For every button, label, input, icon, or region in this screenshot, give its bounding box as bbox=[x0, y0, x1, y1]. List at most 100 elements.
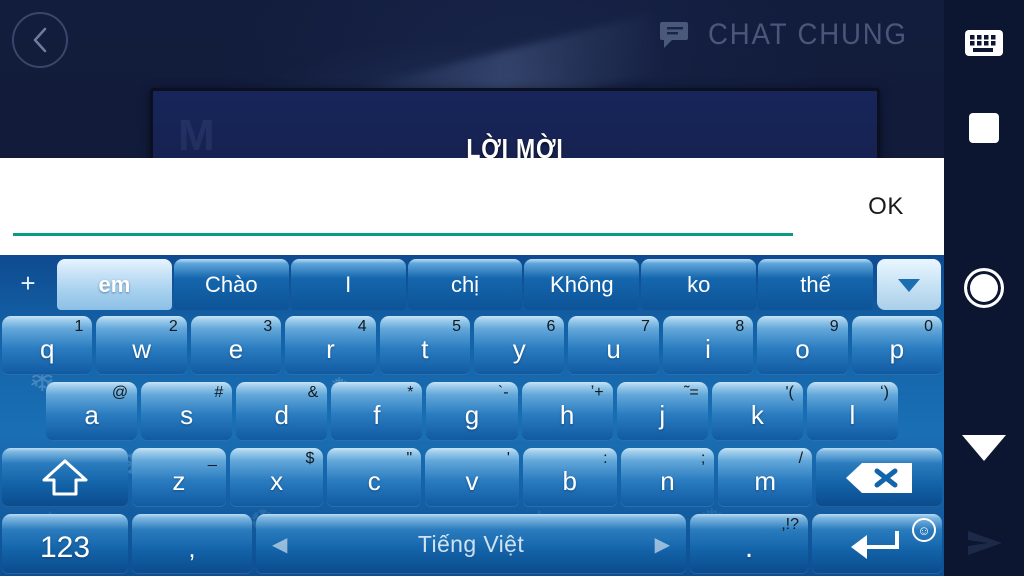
screen: CHAT CHUNG M LỜI MỜI OK ❄ ❅ ❆ ❄ ❅ ❆ ❄ ❅ … bbox=[0, 0, 1024, 576]
suggestion-chip[interactable]: I bbox=[290, 259, 406, 310]
key-label: d bbox=[274, 400, 289, 430]
chat-tab[interactable]: CHAT CHUNG bbox=[660, 18, 925, 52]
key-label: b bbox=[562, 466, 577, 496]
comma-key[interactable]: , bbox=[132, 514, 252, 574]
nav-keyboard-button[interactable] bbox=[944, 8, 1024, 78]
chat-bubble-icon bbox=[660, 20, 692, 50]
square-icon bbox=[969, 113, 999, 143]
ok-button[interactable]: OK bbox=[850, 186, 922, 228]
suggestion-chip[interactable]: Không bbox=[524, 259, 640, 310]
add-word-button[interactable]: + bbox=[0, 255, 56, 311]
key-label: m bbox=[754, 466, 776, 496]
key-label: o bbox=[795, 334, 810, 364]
text-input-dialog: OK bbox=[0, 158, 944, 255]
emoji-key[interactable]: ☺ bbox=[912, 518, 936, 542]
key-label: h bbox=[559, 400, 575, 430]
key-label: f bbox=[373, 400, 381, 430]
key-w[interactable]: w2 bbox=[96, 316, 187, 375]
key-alt-label: `- bbox=[497, 384, 509, 401]
enter-key[interactable]: ☺ bbox=[812, 514, 942, 574]
key-label: l bbox=[849, 400, 856, 430]
key-h[interactable]: h ʼ+ bbox=[521, 382, 613, 441]
key-alt-label: * bbox=[407, 384, 414, 401]
previous-language-icon[interactable]: ◀ bbox=[272, 532, 287, 557]
key-alt-label: / bbox=[798, 450, 804, 467]
next-language-icon[interactable]: ▶ bbox=[655, 532, 670, 557]
key-label: n bbox=[660, 466, 675, 496]
key-l[interactable]: l ʻ) bbox=[806, 382, 898, 441]
key-alt-label: 5 bbox=[452, 318, 462, 335]
suggestion-label: ko bbox=[687, 271, 711, 297]
key-f[interactable]: f * bbox=[331, 382, 423, 441]
suggestion-chip[interactable]: thế bbox=[758, 259, 874, 310]
key-alt-label: : bbox=[603, 450, 608, 467]
space-key[interactable]: ◀ Tiếng Việt ▶ bbox=[256, 514, 686, 574]
key-e[interactable]: e3 bbox=[190, 316, 282, 375]
key-k[interactable]: k ʹ( bbox=[711, 382, 803, 441]
backspace-key[interactable] bbox=[816, 448, 942, 507]
key-n[interactable]: n; bbox=[620, 448, 715, 507]
expand-suggestions-button[interactable] bbox=[877, 259, 941, 310]
shift-arrow-icon bbox=[42, 459, 88, 495]
key-label: v bbox=[465, 466, 479, 496]
send-triangle-icon bbox=[968, 531, 1002, 555]
nav-home-button[interactable] bbox=[944, 253, 1024, 323]
key-label: u bbox=[606, 334, 621, 364]
key-c[interactable]: c " bbox=[327, 448, 422, 507]
period-key[interactable]: . ,!? bbox=[690, 514, 808, 574]
key-m[interactable]: m / bbox=[718, 448, 813, 507]
key-alt-label: 0 bbox=[924, 318, 934, 335]
nav-recents-button[interactable] bbox=[944, 93, 1024, 163]
key-alt-label: 9 bbox=[829, 318, 839, 335]
key-u[interactable]: u7 bbox=[568, 316, 659, 375]
system-navigation-bar bbox=[944, 0, 1024, 576]
keyboard-row-3: z _ x $ c " v ' b: n; m / bbox=[0, 445, 944, 509]
suggestion-chip[interactable]: Chào bbox=[173, 259, 289, 310]
key-t[interactable]: t5 bbox=[379, 316, 471, 375]
circle-icon bbox=[964, 268, 1004, 308]
suggestion-chip[interactable]: ko bbox=[641, 259, 757, 310]
key-alt-label: 1 bbox=[74, 318, 84, 335]
key-d[interactable]: d & bbox=[236, 382, 328, 441]
key-i[interactable]: i8 bbox=[662, 316, 754, 375]
message-input[interactable] bbox=[13, 178, 793, 236]
key-label: p bbox=[889, 334, 905, 364]
key-label: k bbox=[750, 400, 764, 430]
panel-background-letter: M bbox=[178, 111, 215, 160]
nav-send-button[interactable] bbox=[944, 508, 1024, 576]
key-o[interactable]: o9 bbox=[757, 316, 848, 375]
key-alt-label: @ bbox=[111, 384, 129, 401]
key-x[interactable]: x $ bbox=[229, 448, 324, 507]
key-a[interactable]: a @ bbox=[46, 382, 138, 441]
suggestion-chip[interactable]: chị bbox=[407, 259, 523, 310]
suggestion-label: thế bbox=[800, 271, 831, 297]
period-key-alt-label: ,!? bbox=[781, 516, 799, 533]
shift-key[interactable] bbox=[2, 448, 128, 507]
keyboard-icon bbox=[965, 30, 1003, 56]
nav-hide-keyboard-button[interactable] bbox=[944, 413, 1024, 483]
key-label: s bbox=[180, 400, 194, 430]
key-z[interactable]: z _ bbox=[132, 448, 226, 507]
key-r[interactable]: r4 bbox=[285, 316, 376, 375]
key-label: z bbox=[172, 466, 186, 496]
suggestion-chip[interactable]: em bbox=[57, 259, 172, 310]
key-label: a bbox=[84, 400, 99, 430]
key-label: t bbox=[421, 334, 429, 364]
key-p[interactable]: p0 bbox=[851, 316, 943, 375]
triangle-down-icon bbox=[962, 435, 1006, 461]
key-b[interactable]: b: bbox=[522, 448, 617, 507]
key-alt-label: _ bbox=[207, 450, 217, 467]
key-q[interactable]: q1 bbox=[2, 316, 93, 375]
key-y[interactable]: y6 bbox=[474, 316, 565, 375]
key-g[interactable]: g `- bbox=[426, 382, 518, 441]
key-label: x bbox=[270, 466, 284, 496]
key-s[interactable]: s # bbox=[141, 382, 233, 441]
backspace-icon bbox=[846, 462, 912, 493]
numbers-key[interactable]: 123 bbox=[2, 514, 128, 574]
key-j[interactable]: j ˜= bbox=[616, 382, 708, 441]
back-button[interactable] bbox=[12, 12, 68, 68]
invite-panel: M LỜI MỜI bbox=[150, 88, 880, 168]
suggestion-label: Không bbox=[550, 271, 614, 297]
enter-arrow-icon bbox=[851, 531, 899, 559]
key-v[interactable]: v ' bbox=[425, 448, 519, 507]
